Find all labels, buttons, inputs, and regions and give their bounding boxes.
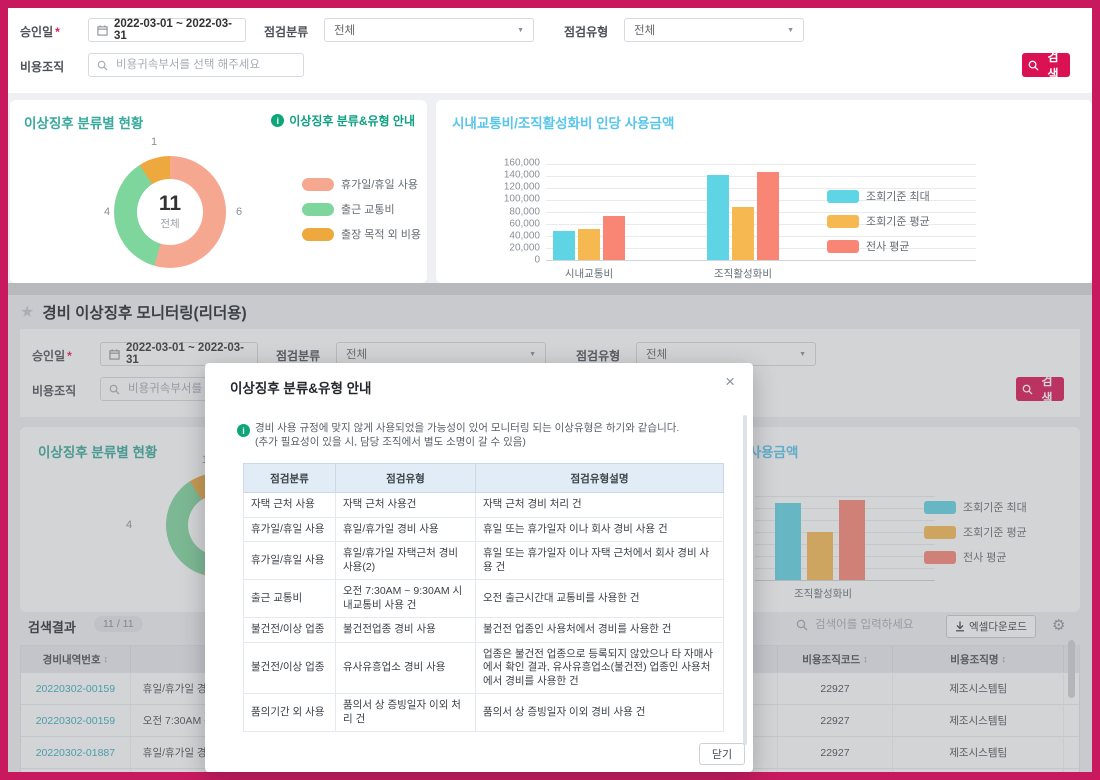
legend-label: 전사 평균 xyxy=(866,238,910,254)
bar-chart-card: 시내교통비/조직활성화비 인당 사용금액 160,000140,000120,0… xyxy=(436,100,1092,283)
type-label: 점검유형 xyxy=(564,23,608,40)
y-axis-tick: 60,000 xyxy=(509,218,540,229)
y-axis-tick: 0 xyxy=(534,255,540,266)
legend-item: 출근 교통비 xyxy=(302,201,421,217)
bar xyxy=(553,231,575,260)
legend-label: 휴가일/휴일 사용 xyxy=(341,176,418,192)
approval-date-label: 승인일* xyxy=(20,23,60,40)
table-row: 출근 교통비오전 7:30AM ~ 9:30AM 시내교통비 사용 건오전 출근… xyxy=(244,580,724,618)
search-button-label: 검색 xyxy=(1042,48,1064,82)
table-row: 휴가일/휴일 사용휴일/휴가일 자택근처 경비 사용(2)휴일 또는 휴가일자 … xyxy=(244,542,724,580)
legend-label: 출장 목적 외 비용 xyxy=(341,226,421,242)
legend-label: 조회기준 최대 xyxy=(866,188,930,204)
org-label: 비용조직 xyxy=(20,58,64,75)
y-axis-tick: 120,000 xyxy=(504,182,540,193)
required-mark: * xyxy=(55,25,60,39)
table-row: 불건전/이상 업종유사유흥업소 경비 사용업종은 불건전 업종으로 등록되지 않… xyxy=(244,642,724,694)
bar-legend: 조회기준 최대조회기준 평균전사 평균 xyxy=(827,188,930,263)
org-search-box[interactable] xyxy=(88,53,304,77)
bar xyxy=(757,172,779,260)
org-search-input[interactable] xyxy=(114,58,295,72)
column-header: 점검유형 xyxy=(336,464,476,493)
table-row: 휴가일/휴일 사용휴일/휴가일 경비 사용휴일 또는 휴가일자 이나 회사 경비… xyxy=(244,517,724,542)
modal-info-line1: 경비 사용 규정에 맞지 않게 사용되었을 가능성이 있어 모니터링 되는 이상… xyxy=(255,420,679,435)
filter-bar: 승인일* 2022-03-01 ~ 2022-03-31 점검분류 전체 ▼ 점… xyxy=(8,8,1092,93)
bar xyxy=(603,216,625,260)
anomaly-guide-link[interactable]: i 이상징후 분류&유형 안내 xyxy=(271,112,415,129)
legend-item: 조회기준 평균 xyxy=(827,213,930,229)
chevron-down-icon: ▼ xyxy=(787,27,794,34)
donut-center: 11 전체 xyxy=(137,179,203,245)
x-axis-label: 조직활성화비 xyxy=(714,266,772,281)
donut-legend: 휴가일/휴일 사용출근 교통비출장 목적 외 비용 xyxy=(302,176,421,251)
bar-card-title: 시내교통비/조직활성화비 인당 사용금액 xyxy=(452,112,674,132)
bar-group-sinae xyxy=(553,216,625,260)
modal-close-button[interactable]: 닫기 xyxy=(699,743,745,765)
slice-value-label: 1 xyxy=(151,136,157,148)
modal-title: 이상징후 분류&유형 안내 xyxy=(230,377,371,397)
bar xyxy=(578,229,600,260)
legend-item: 출장 목적 외 비용 xyxy=(302,226,421,242)
anomaly-type-table: 점검분류 점검유형 점검유형설명 자택 근처 사용자택 근처 사용건자택 근처 … xyxy=(243,463,724,732)
category-select-value: 전체 xyxy=(334,22,355,38)
slice-value-label: 6 xyxy=(236,206,242,218)
anomaly-guide-link-label: 이상징후 분류&유형 안내 xyxy=(289,112,415,129)
anomaly-guide-modal: 이상징후 분류&유형 안내 × i 경비 사용 규정에 맞지 않게 사용되었을 … xyxy=(205,363,753,772)
table-row: 자택 근처 사용자택 근처 사용건자택 근처 경비 처리 건 xyxy=(244,493,724,518)
date-range-input[interactable]: 2022-03-01 ~ 2022-03-31 xyxy=(88,18,246,42)
date-range-value: 2022-03-01 ~ 2022-03-31 xyxy=(114,18,237,42)
modal-scrollbar[interactable] xyxy=(743,415,747,745)
category-select[interactable]: 전체 ▼ xyxy=(324,18,534,42)
search-icon xyxy=(97,60,108,71)
type-select-value: 전체 xyxy=(634,22,655,38)
column-header: 점검유형설명 xyxy=(476,464,724,493)
legend-item: 전사 평균 xyxy=(827,238,930,254)
bar xyxy=(732,207,754,260)
modal-info-line2: (추가 필요성이 있을 시, 담당 조직에서 별도 소명이 갈 수 있음) xyxy=(255,434,526,449)
y-axis-tick: 40,000 xyxy=(509,230,540,241)
table-row: 불건전/이상 업종불건전업종 경비 사용불건전 업종인 사용처에서 경비를 사용… xyxy=(244,618,724,643)
y-axis-tick: 100,000 xyxy=(504,194,540,205)
legend-swatch xyxy=(827,215,859,228)
x-axis-label: 시내교통비 xyxy=(565,266,613,281)
y-axis-tick: 160,000 xyxy=(504,158,540,169)
legend-label: 출근 교통비 xyxy=(341,201,395,217)
table-row: 품의기간 외 사용품의서 상 증빙일자 이외 처리 건품의서 상 증빙일자 이외… xyxy=(244,694,724,732)
y-axis-tick: 80,000 xyxy=(509,206,540,217)
chevron-down-icon: ▼ xyxy=(517,27,524,34)
bar-group-jojik xyxy=(707,172,779,260)
type-select[interactable]: 전체 ▼ xyxy=(624,18,804,42)
top-section: 승인일* 2022-03-01 ~ 2022-03-31 점검분류 전체 ▼ 점… xyxy=(8,8,1092,283)
legend-swatch xyxy=(827,240,859,253)
table-header-row: 점검분류 점검유형 점검유형설명 xyxy=(244,464,724,493)
legend-swatch xyxy=(302,178,334,191)
legend-item: 조회기준 최대 xyxy=(827,188,930,204)
info-icon: i xyxy=(237,424,250,437)
y-axis-tick: 140,000 xyxy=(504,170,540,181)
column-header: 점검분류 xyxy=(244,464,336,493)
info-icon: i xyxy=(271,114,284,127)
donut-chart-card: 이상징후 분류별 현황 i 이상징후 분류&유형 안내 11 전체 1 4 6 … xyxy=(10,100,427,283)
search-button[interactable]: 검색 xyxy=(1022,53,1070,77)
donut-total-value: 11 xyxy=(159,193,181,215)
y-axis-tick: 20,000 xyxy=(509,242,540,253)
y-axis: 160,000140,000120,000100,00080,00060,000… xyxy=(476,163,540,260)
legend-swatch xyxy=(302,228,334,241)
close-icon[interactable]: × xyxy=(725,373,735,390)
search-icon xyxy=(1028,60,1039,71)
category-label: 점검분류 xyxy=(264,23,308,40)
legend-swatch xyxy=(302,203,334,216)
donut-total-label: 전체 xyxy=(160,216,179,231)
legend-swatch xyxy=(827,190,859,203)
donut-chart: 11 전체 xyxy=(114,156,226,268)
calendar-icon xyxy=(97,25,108,36)
bar xyxy=(707,175,729,260)
legend-item: 휴가일/휴일 사용 xyxy=(302,176,421,192)
donut-card-title: 이상징후 분류별 현황 xyxy=(24,112,143,132)
legend-label: 조회기준 평균 xyxy=(866,213,930,229)
slice-value-label: 4 xyxy=(104,206,110,218)
